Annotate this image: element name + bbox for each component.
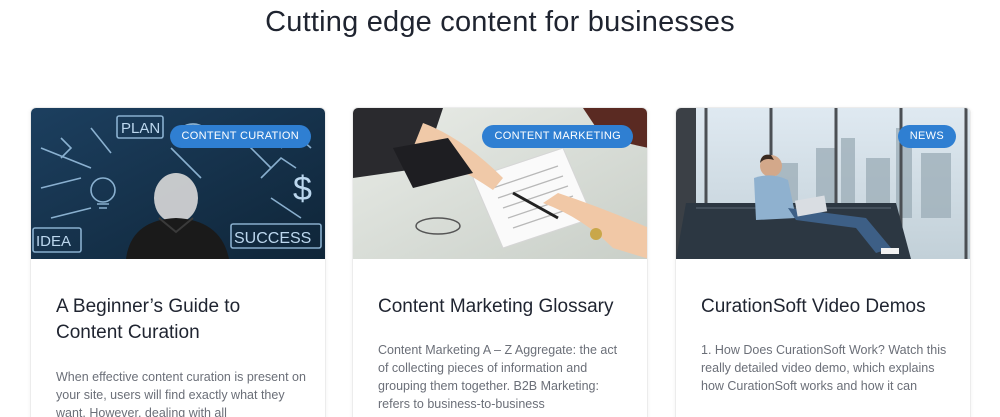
chalk-success-text: SUCCESS: [234, 230, 311, 247]
chalk-idea-text: IDEA: [36, 233, 71, 250]
post-excerpt: When effective content curation is prese…: [56, 370, 306, 417]
chalk-plan-text: PLAN: [121, 120, 160, 137]
chalk-dollar-text: $: [293, 170, 312, 208]
post-title[interactable]: Content Marketing Glossary: [378, 294, 628, 320]
section-title: Cutting edge content for businesses: [265, 6, 735, 38]
post-card[interactable]: NEWS CurationSoft Video Demos 1. How Doe…: [675, 107, 971, 417]
post-card[interactable]: PLAN IDEA SUCCESS $ CONTENT CURATION A B…: [30, 107, 326, 417]
post-card[interactable]: CONTENT MARKETING Content Marketing Glos…: [352, 107, 648, 417]
post-image-office-couch[interactable]: NEWS: [676, 108, 970, 259]
category-badge[interactable]: NEWS: [897, 125, 956, 148]
post-image-document-signing[interactable]: CONTENT MARKETING: [353, 108, 647, 259]
post-title[interactable]: A Beginner’s Guide to Content Curation: [56, 294, 306, 346]
post-excerpt: Content Marketing A – Z Aggregate: the a…: [378, 343, 618, 411]
post-title[interactable]: CurationSoft Video Demos: [701, 294, 951, 320]
post-image-chalkboard[interactable]: PLAN IDEA SUCCESS $ CONTENT CURATION: [31, 108, 325, 259]
category-badge[interactable]: CONTENT MARKETING: [482, 125, 633, 148]
category-badge[interactable]: CONTENT CURATION: [169, 125, 311, 148]
post-excerpt: 1. How Does CurationSoft Work? Watch thi…: [701, 343, 947, 393]
